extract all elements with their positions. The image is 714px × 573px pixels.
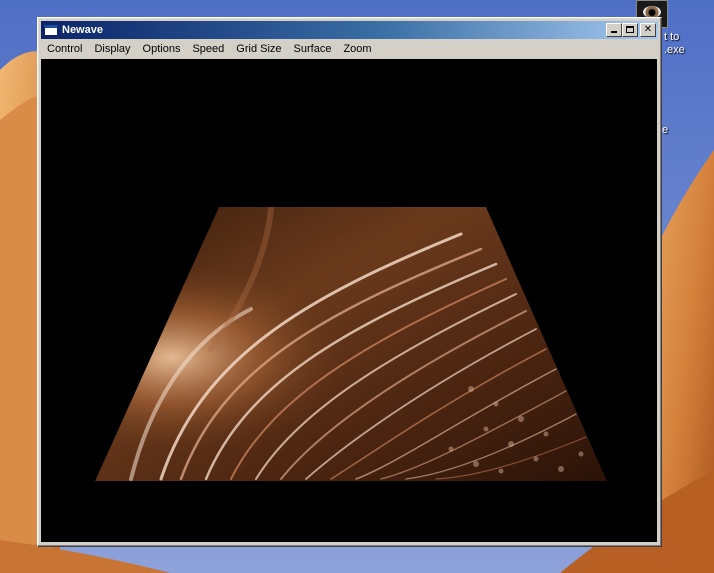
- wave-surface-render: [95, 207, 607, 481]
- menu-control[interactable]: Control: [41, 41, 88, 58]
- close-button[interactable]: ✕: [640, 23, 656, 37]
- menu-grid-size[interactable]: Grid Size: [230, 41, 287, 58]
- minimize-icon: [611, 31, 617, 33]
- maximize-icon: [626, 26, 634, 33]
- close-icon: ✕: [643, 24, 653, 35]
- window-controls: ✕: [606, 23, 656, 37]
- menu-speed[interactable]: Speed: [186, 41, 230, 58]
- minimize-button[interactable]: [606, 23, 622, 37]
- app-window-icon[interactable]: [44, 24, 58, 36]
- menu-surface[interactable]: Surface: [288, 41, 338, 58]
- maximize-button[interactable]: [622, 23, 638, 37]
- title-bar[interactable]: Newave ✕: [41, 21, 658, 39]
- desktop-shortcut-label-line2[interactable]: .exe: [664, 44, 685, 57]
- desktop-shortcut-label-line1[interactable]: t to: [664, 31, 679, 44]
- menu-bar: Control Display Options Speed Grid Size …: [41, 40, 658, 59]
- render-viewport[interactable]: [41, 59, 657, 542]
- menu-zoom[interactable]: Zoom: [337, 41, 377, 58]
- app-window: Newave ✕ Control Display Options Speed G…: [37, 17, 662, 547]
- menu-options[interactable]: Options: [137, 41, 187, 58]
- menu-display[interactable]: Display: [88, 41, 136, 58]
- desktop-shortcut-label-fragment[interactable]: e: [662, 124, 668, 137]
- window-title: Newave: [62, 24, 103, 36]
